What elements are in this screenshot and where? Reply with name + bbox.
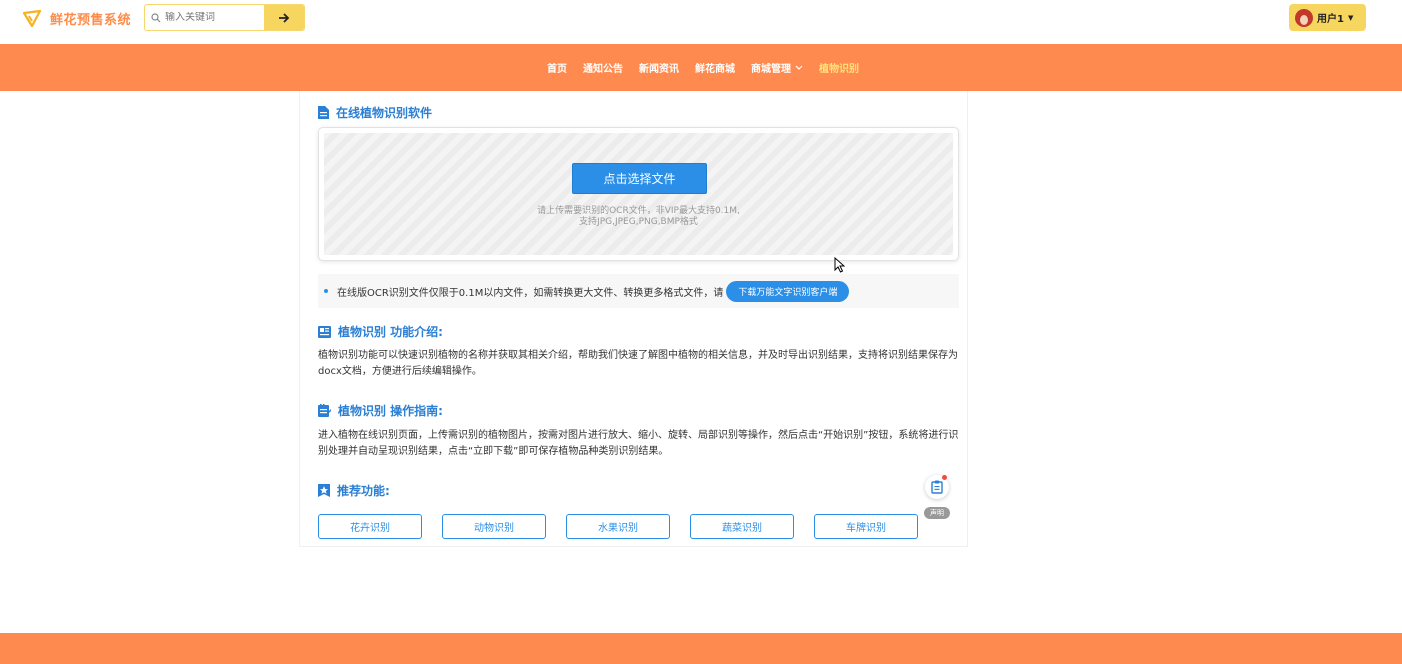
recommend-heading: 推荐功能: (318, 482, 390, 499)
search-submit-button[interactable] (264, 5, 304, 30)
newspaper-icon (318, 325, 331, 338)
chevron-down-icon (795, 65, 803, 70)
nav-item-flower-mall[interactable]: 鲜花商城 (695, 60, 735, 75)
nav-item-home[interactable]: 首页 (547, 60, 567, 75)
recommend-animal-button[interactable]: 动物识别 (442, 514, 546, 539)
recommend-license-plate-button[interactable]: 车牌识别 (814, 514, 918, 539)
guide-text: 进入植物在线识别页面，上传需识别的植物图片，按需对图片进行放大、缩小、旋转、局部… (318, 430, 959, 457)
user-name: 用户1 (1317, 14, 1344, 25)
search-bar (144, 4, 305, 31)
notice-bar: 在线版OCR识别文件仅限于0.1M以内文件，如需转换更大文件、转换更多格式文件，… (318, 274, 959, 308)
recommend-vegetable-button[interactable]: 蔬菜识别 (690, 514, 794, 539)
main-content: 在线植物识别软件 点击选择文件 请上传需要识别的OCR文件，非VIP最大支持0.… (299, 91, 968, 547)
notice-text: 在线版OCR识别文件仅限于0.1M以内文件，如需转换更大文件、转换更多格式文件，… (337, 287, 724, 299)
avatar (1295, 8, 1313, 27)
upload-hint-line2: 支持JPG,JPEG,PNG,BMP格式 (579, 217, 698, 227)
search-icon (151, 12, 161, 22)
nav-item-plant-recognition[interactable]: 植物识别 (819, 60, 859, 75)
mouse-cursor-icon (834, 257, 845, 273)
guide-heading: 植物识别 操作指南: (318, 402, 443, 419)
statement-tag[interactable]: 声明 (924, 507, 950, 519)
user-menu[interactable]: 用户1 ▼ (1289, 4, 1366, 31)
footer-bar (0, 633, 1402, 664)
recommend-flower-button[interactable]: 花卉识别 (318, 514, 422, 539)
choose-file-button[interactable]: 点击选择文件 (572, 163, 707, 194)
nav-item-label: 商城管理 (751, 64, 791, 75)
download-client-button[interactable]: 下载万能文字识别客户端 (726, 280, 850, 302)
intro-text: 植物识别功能可以快速识别植物的名称并获取其相关介绍，帮助我们快速了解图中植物的相… (318, 350, 958, 377)
recommend-fruit-button[interactable]: 水果识别 (566, 514, 670, 539)
search-field[interactable] (145, 5, 264, 30)
clipboard-icon (931, 480, 943, 494)
guide-title: 植物识别 操作指南: (338, 404, 443, 418)
star-badge-icon (318, 484, 330, 497)
recommend-list: 花卉识别 动物识别 水果识别 蔬菜识别 车牌识别 (318, 514, 918, 539)
recommend-title: 推荐功能: (337, 484, 390, 498)
caret-down-icon: ▼ (1347, 13, 1354, 22)
nav-item-mall-management[interactable]: 商城管理 (751, 60, 803, 75)
nav-item-news[interactable]: 新闻资讯 (639, 60, 679, 75)
intro-heading: 植物识别 功能介绍: (318, 323, 443, 340)
main-nav: 首页 通知公告 新闻资讯 鲜花商城 商城管理 植物识别 (0, 44, 1402, 91)
intro-title: 植物识别 功能介绍: (338, 325, 443, 339)
guide-book-icon (318, 404, 331, 417)
page-title: 在线植物识别软件 (318, 104, 432, 121)
site-logo[interactable]: 鲜花预售系统 (22, 8, 131, 28)
nav-item-notices[interactable]: 通知公告 (583, 60, 623, 75)
paper-plane-icon (22, 9, 42, 28)
upload-dropzone[interactable]: 点击选择文件 请上传需要识别的OCR文件，非VIP最大支持0.1M, 支持JPG… (324, 133, 953, 255)
search-input[interactable] (165, 12, 260, 23)
upload-area[interactable]: 点击选择文件 请上传需要识别的OCR文件，非VIP最大支持0.1M, 支持JPG… (318, 127, 959, 261)
top-bar: 鲜花预售系统 用户1 ▼ (0, 0, 1402, 44)
bullet-icon (324, 289, 328, 293)
page-title-text: 在线植物识别软件 (336, 106, 433, 120)
arrow-right-icon (279, 12, 290, 23)
notification-dot (942, 475, 947, 480)
site-title: 鲜花预售系统 (50, 12, 132, 28)
document-icon (318, 106, 329, 119)
